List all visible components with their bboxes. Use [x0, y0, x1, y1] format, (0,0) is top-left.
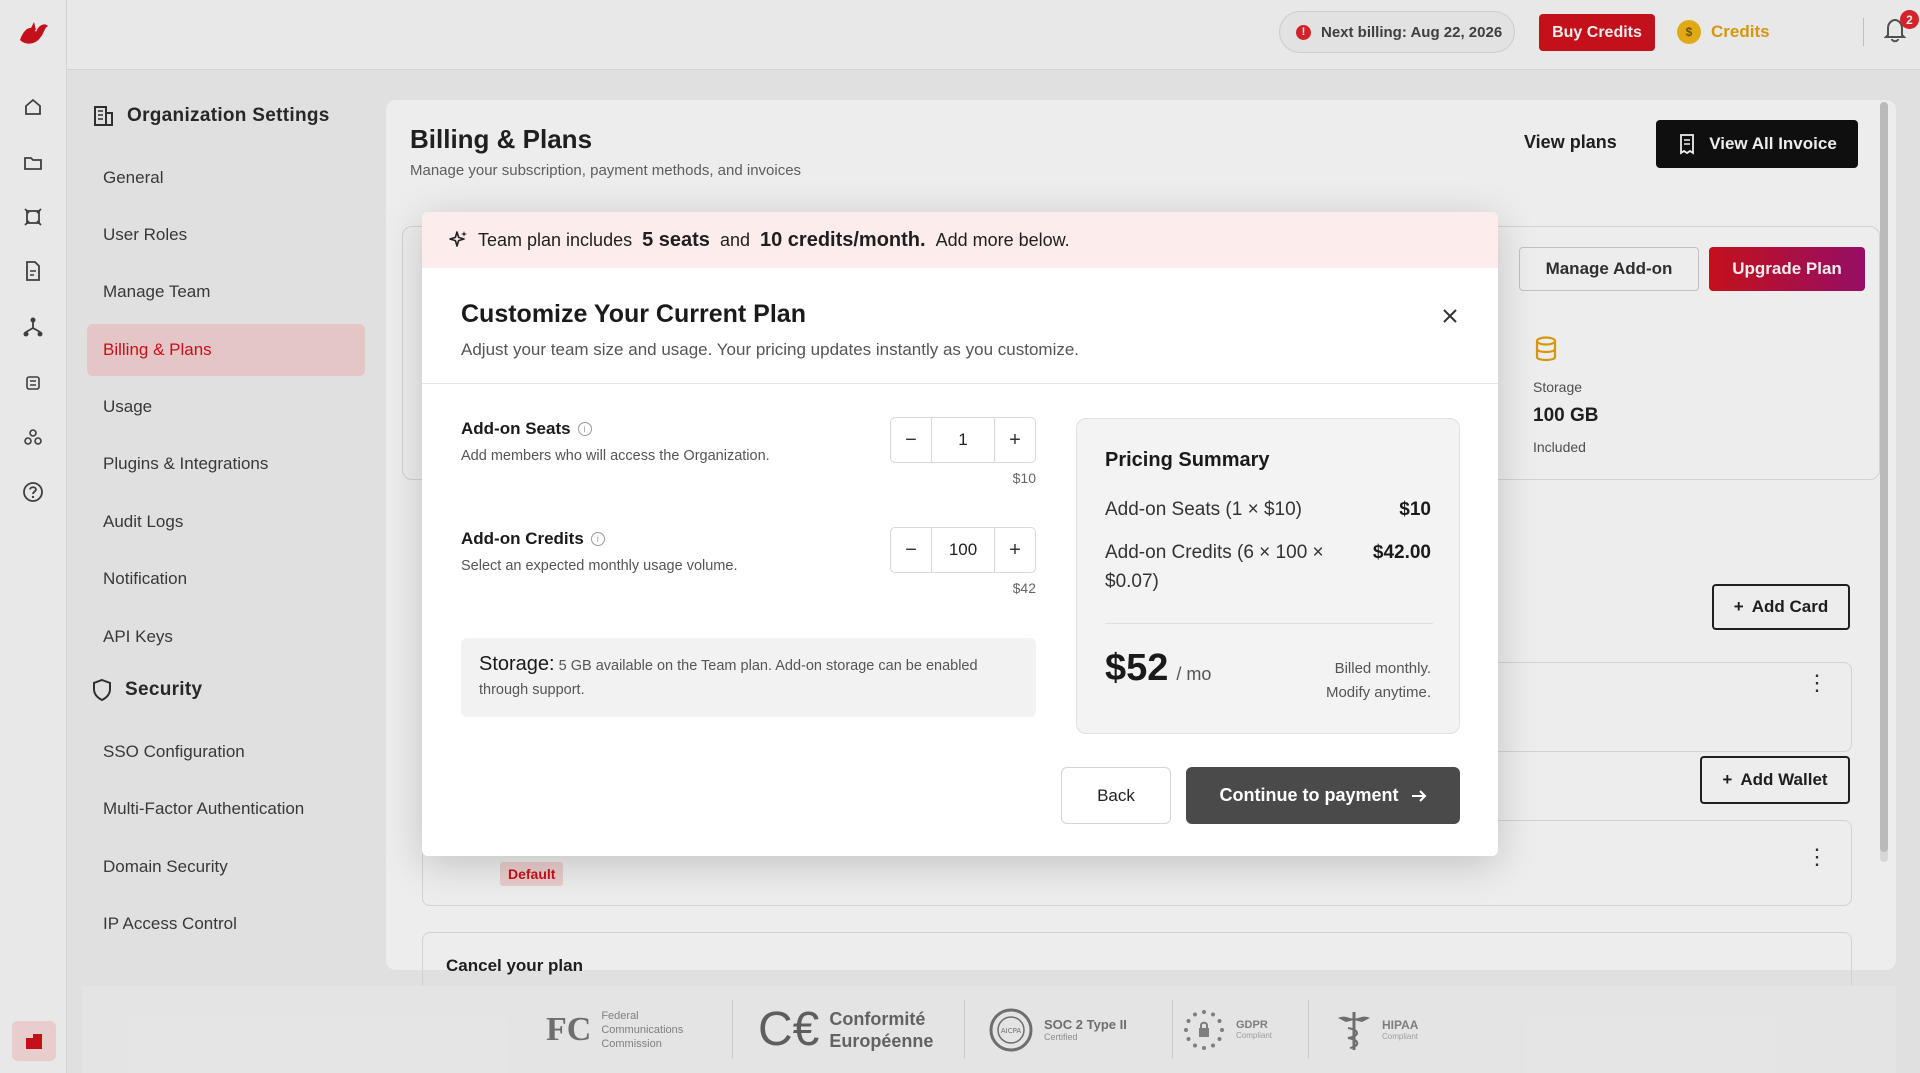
- addon-seats-desc: Add members who will access the Organiza…: [461, 448, 770, 464]
- seats-increment-button[interactable]: +: [995, 418, 1035, 462]
- banner-seats: 5 seats: [642, 228, 710, 251]
- modal-subtitle: Adjust your team size and usage. Your pr…: [461, 340, 1080, 359]
- back-button[interactable]: Back: [1061, 767, 1171, 824]
- billing-note: Billed monthly. Modify anytime.: [1325, 660, 1431, 701]
- banner-suffix: Add more below.: [935, 229, 1070, 250]
- seats-value-input[interactable]: 1: [931, 418, 995, 462]
- credits-increment-button[interactable]: +: [995, 528, 1035, 572]
- seats-price: $10: [1012, 470, 1036, 486]
- customize-plan-modal: Team plan includes 5 seats and 10 credit…: [422, 212, 1498, 856]
- pricing-summary-title: Pricing Summary: [1105, 449, 1270, 471]
- arrow-right-icon: [1411, 789, 1426, 802]
- banner-prefix: Team plan includes: [478, 229, 633, 250]
- credits-stepper: − 100 +: [890, 527, 1036, 573]
- info-icon[interactable]: i: [590, 532, 605, 546]
- divider: [422, 383, 1498, 384]
- banner-credits: 10 credits/month.: [759, 228, 926, 251]
- credits-value-input[interactable]: 100: [931, 528, 995, 572]
- storage-note-key: Storage:: [479, 653, 555, 675]
- seats-decrement-button[interactable]: −: [891, 418, 931, 462]
- summary-credits-line: Add-on Credits (6 × 100 × $0.07): [1105, 542, 1324, 592]
- continue-to-payment-button[interactable]: Continue to payment: [1186, 767, 1460, 824]
- modal-title: Customize Your Current Plan: [461, 300, 806, 328]
- seats-stepper: − 1 +: [890, 417, 1036, 463]
- summary-seats-value: $10: [1399, 499, 1431, 520]
- storage-note: Storage: 5 GB available on the Team plan…: [461, 638, 1036, 717]
- total-period: / mo: [1176, 664, 1212, 684]
- credits-decrement-button[interactable]: −: [891, 528, 931, 572]
- monthly-total: $52 / mo: [1105, 647, 1211, 690]
- info-icon[interactable]: i: [577, 422, 592, 436]
- sparkle-icon: [449, 231, 467, 247]
- divider: [1105, 623, 1433, 624]
- addon-credits-label: Add-on Credits i: [461, 529, 605, 549]
- summary-credits-value: $42.00: [1372, 542, 1431, 563]
- addon-seats-label: Add-on Seats i: [461, 419, 592, 439]
- credits-price: $42: [1012, 580, 1036, 596]
- plan-info-banner: Team plan includes 5 seats and 10 credit…: [422, 212, 1498, 268]
- banner-and: and: [719, 229, 750, 250]
- summary-seats-line: Add-on Seats (1 × $10): [1105, 499, 1302, 520]
- close-icon[interactable]: [1436, 302, 1464, 330]
- pricing-summary: Pricing Summary Add-on Seats (1 × $10) $…: [1076, 418, 1460, 734]
- total-amount: $52: [1105, 647, 1169, 689]
- addon-credits-desc: Select an expected monthly usage volume.: [461, 558, 738, 574]
